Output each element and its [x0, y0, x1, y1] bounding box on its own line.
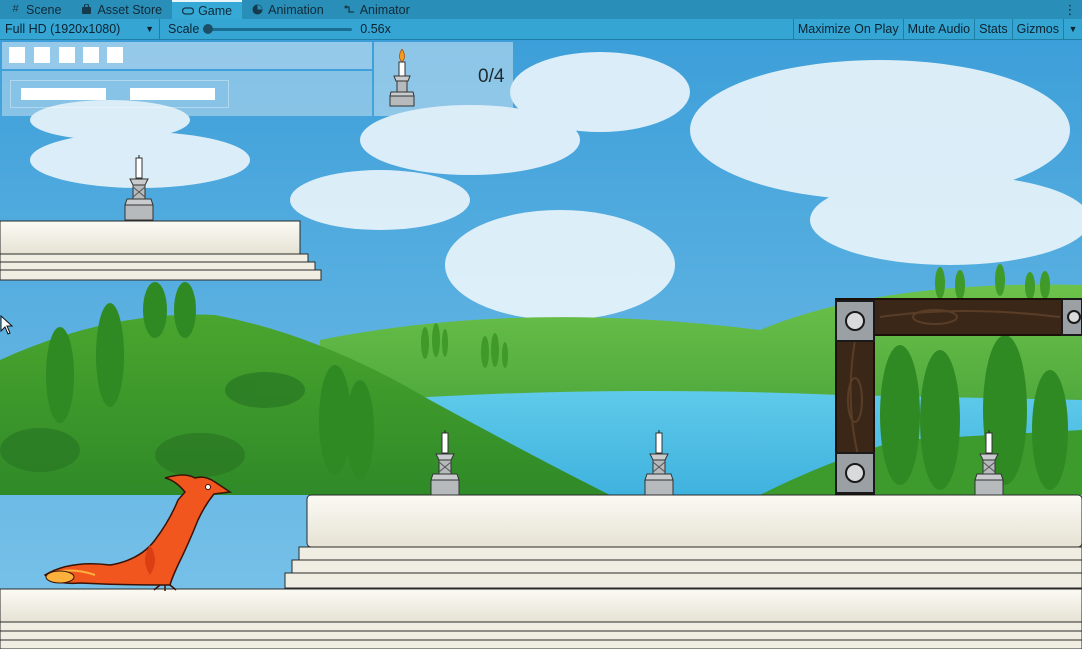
scale-value: 0.56x: [360, 22, 391, 36]
life-box: [59, 47, 75, 63]
lower-marble-platform: [284, 494, 1082, 589]
unity-editor: # Scene Asset Store Game Animation Anima…: [0, 0, 1082, 649]
scale-slider[interactable]: [203, 23, 353, 34]
bag-icon: [81, 3, 92, 15]
life-box: [83, 47, 99, 63]
game-scene: [0, 40, 1082, 649]
resolution-dropdown[interactable]: Full HD (1920x1080) ▼: [0, 18, 160, 40]
candle-counter-icon: [389, 49, 415, 107]
toolbar-right-group: Maximize On Play Mute Audio Stats Gizmos…: [792, 18, 1082, 40]
ground-floor: [0, 588, 1082, 649]
resolution-label: Full HD (1920x1080): [5, 22, 121, 36]
mute-audio-button[interactable]: Mute Audio: [902, 18, 975, 40]
editor-tab-bar: # Scene Asset Store Game Animation Anima…: [0, 0, 1082, 19]
tab-animation[interactable]: Animation: [242, 0, 334, 19]
more-options-icon[interactable]: ⋮: [1058, 0, 1082, 19]
animator-icon: [344, 4, 355, 15]
tab-label: Animator: [359, 2, 410, 17]
scale-slider-handle[interactable]: [203, 23, 214, 34]
tab-label: Game: [198, 3, 233, 18]
scale-control: Scale 0.56x: [160, 22, 391, 36]
tab-asset-store[interactable]: Asset Store: [71, 0, 172, 19]
health-bar: [21, 88, 106, 100]
game-viewport[interactable]: [0, 40, 1082, 649]
tab-scene[interactable]: # Scene: [0, 0, 71, 19]
tab-label: Animation: [268, 2, 324, 17]
game-view-toolbar: Full HD (1920x1080) ▼ Scale 0.56x Maximi…: [0, 18, 1082, 40]
gizmos-dropdown-icon[interactable]: ▼: [1063, 18, 1082, 40]
tab-game[interactable]: Game: [172, 0, 243, 19]
maximize-on-play-button[interactable]: Maximize On Play: [792, 18, 903, 40]
tab-animator[interactable]: Animator: [334, 0, 420, 19]
life-box: [107, 47, 123, 63]
mouse-cursor-icon: [0, 315, 14, 335]
life-box: [34, 47, 50, 63]
gizmos-button[interactable]: Gizmos: [1011, 18, 1063, 40]
upper-marble-platform: [0, 220, 322, 281]
tab-label: Scene: [26, 2, 62, 17]
grid-icon: #: [12, 3, 19, 15]
hud-lives-strip: [2, 42, 372, 69]
clock-icon: [252, 4, 263, 15]
scale-label: Scale: [168, 22, 200, 36]
gamepad-icon: [181, 5, 195, 16]
tab-label: Asset Store: [97, 2, 163, 17]
stats-button[interactable]: Stats: [974, 18, 1012, 40]
chevron-down-icon: ▼: [145, 24, 154, 34]
life-box: [9, 47, 25, 63]
energy-bar: [130, 88, 215, 100]
candle-counter: 0/4: [478, 66, 505, 87]
